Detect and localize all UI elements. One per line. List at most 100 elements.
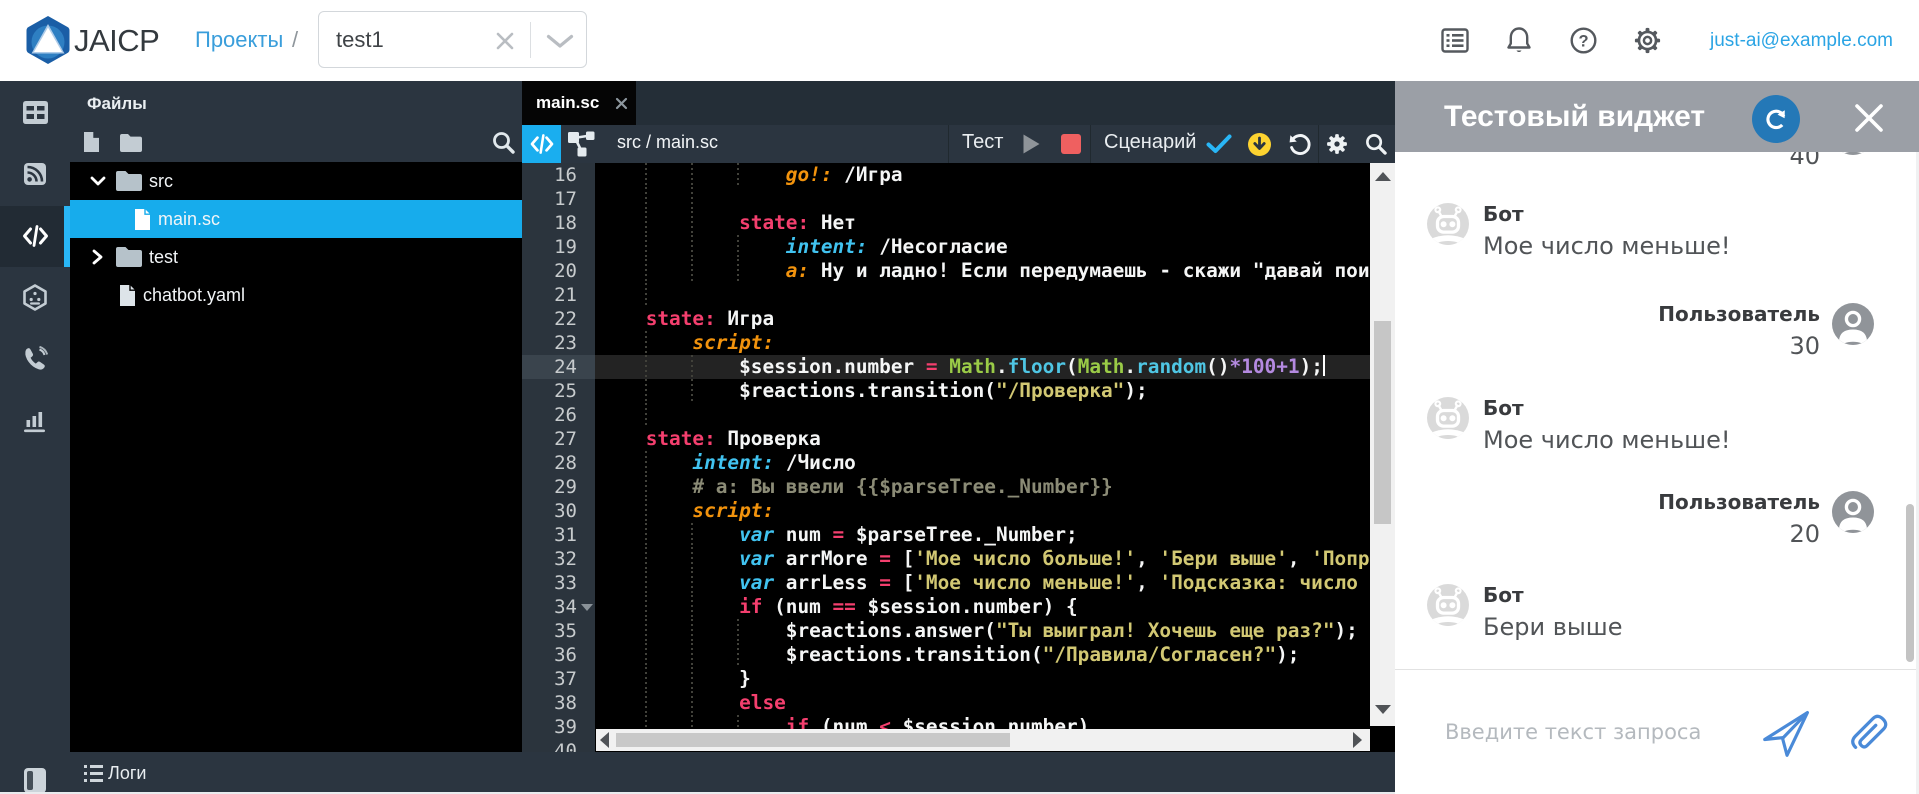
message-author: Бот — [1483, 584, 1873, 606]
download-icon[interactable] — [1248, 133, 1271, 156]
line-number: 40 — [537, 739, 577, 752]
code-view-button[interactable] — [522, 125, 561, 163]
scroll-right-icon[interactable] — [1353, 732, 1362, 748]
line-number: 36 — [537, 643, 577, 667]
tab-main-sc[interactable]: main.sc — [522, 81, 636, 125]
toolbar-divider — [1090, 125, 1091, 163]
line-number: 21 — [537, 283, 577, 307]
chevron-down-icon[interactable] — [546, 34, 574, 49]
code-pane[interactable]: go!: /Игра state: Нет intent: /Несогласи… — [595, 163, 1370, 729]
attach-icon[interactable] — [1846, 709, 1894, 757]
send-icon[interactable] — [1761, 707, 1813, 759]
file-icon — [119, 285, 136, 306]
toolbar-divider — [1318, 125, 1319, 163]
sidebar-item-collapse[interactable] — [0, 749, 70, 794]
code-line — [599, 283, 1370, 307]
user-avatar-icon — [1832, 491, 1874, 533]
scroll-down-icon[interactable] — [1375, 705, 1391, 714]
tree-row-src[interactable]: src — [70, 162, 522, 200]
editor: main.sc src / main.sc Тест — [522, 81, 1395, 794]
tree-row-chatbot-yaml[interactable]: chatbot.yaml — [70, 276, 522, 314]
gear-icon[interactable] — [1634, 27, 1661, 54]
scroll-left-icon[interactable] — [600, 732, 609, 748]
chat-input[interactable]: Введите текст запроса — [1445, 720, 1701, 744]
editor-vscroll-thumb[interactable] — [1374, 321, 1391, 524]
message-text: 30 — [1441, 331, 1820, 361]
bot-avatar-icon — [1427, 397, 1469, 439]
code-line: } — [599, 667, 1370, 691]
code-line: if (num == $session.number) { — [599, 595, 1370, 619]
line-number: 22 — [537, 307, 577, 331]
folder-icon — [116, 171, 142, 191]
collapse-panel-icon — [24, 768, 46, 793]
svg-text:?: ? — [1578, 33, 1588, 51]
sidebar-item-telephony[interactable] — [0, 328, 70, 390]
files-search-icon[interactable] — [492, 131, 515, 154]
line-number: 19 — [537, 235, 577, 259]
text-cursor — [1323, 355, 1325, 376]
line-number: 17 — [537, 187, 577, 211]
stop-icon[interactable] — [1061, 134, 1081, 154]
project-selector[interactable]: test1 — [318, 11, 587, 68]
new-file-icon[interactable] — [83, 132, 100, 152]
message-author: Бот — [1483, 397, 1873, 419]
file-panel-title: Файлы — [87, 94, 147, 114]
editor-search-icon[interactable] — [1365, 133, 1387, 155]
chat-messages[interactable]: Пользователь40БотМое число меньше!Пользо… — [1395, 81, 1919, 669]
sidebar-item-analytics[interactable] — [0, 389, 70, 451]
play-icon[interactable] — [1022, 133, 1041, 155]
code-line: $reactions.transition("/Правила/Согласен… — [599, 643, 1370, 667]
sidebar-item-dashboard[interactable] — [0, 81, 70, 143]
tree-item-label: chatbot.yaml — [143, 285, 245, 306]
journal-icon[interactable] — [1441, 28, 1469, 53]
tab-close-icon[interactable] — [615, 97, 628, 110]
code-line: var arrMore = ['Мое число больше!', 'Бер… — [599, 547, 1370, 571]
line-number: 16 — [537, 163, 577, 187]
code-line: $reactions.answer("Ты выиграл! Хочешь ещ… — [599, 619, 1370, 643]
line-number: 35 — [537, 619, 577, 643]
chat-scrollbar-thumb[interactable] — [1906, 504, 1914, 662]
line-number: 34 — [537, 595, 577, 619]
new-folder-icon[interactable] — [120, 134, 142, 152]
line-number: 26 — [537, 403, 577, 427]
editor-settings-icon[interactable] — [1326, 133, 1348, 155]
code-line: else — [599, 691, 1370, 715]
sidebar-item-channels[interactable] — [0, 143, 70, 205]
test-widget-title: Тестовый виджет — [1444, 100, 1705, 134]
undo-icon[interactable] — [1287, 132, 1311, 156]
close-widget-icon[interactable] — [1854, 103, 1884, 133]
tree-view-button[interactable] — [561, 125, 601, 163]
code-icon — [22, 225, 49, 247]
brand-name: JAICP — [74, 23, 159, 59]
line-number: 33 — [537, 571, 577, 595]
breadcrumb-projects-link[interactable]: Проекты — [195, 27, 283, 53]
help-icon[interactable]: ? — [1570, 27, 1597, 54]
logs-label: Логи — [108, 763, 146, 784]
code-line: # a: Вы ввели {{$parseTree._Number}} — [599, 475, 1370, 499]
tree-item-label: test — [149, 247, 178, 268]
line-number: 32 — [537, 547, 577, 571]
user-email[interactable]: just-ai@example.com — [1710, 30, 1893, 52]
sidebar-item-bot[interactable] — [0, 266, 70, 328]
clear-project-icon[interactable] — [495, 31, 515, 51]
line-number: 28 — [537, 451, 577, 475]
chevron-right-icon — [92, 249, 103, 265]
tree-row-main-sc[interactable]: main.sc — [70, 200, 522, 238]
code-line: state: Нет — [599, 211, 1370, 235]
bell-icon[interactable] — [1506, 26, 1532, 54]
scroll-up-icon[interactable] — [1375, 172, 1391, 181]
sidebar-item-code-editor[interactable] — [0, 205, 70, 267]
logs-bar[interactable]: Логи — [70, 752, 1395, 794]
refresh-button[interactable] — [1752, 95, 1800, 143]
editor-horizontal-scrollbar[interactable] — [596, 729, 1370, 751]
tree-row-test[interactable]: test — [70, 238, 522, 276]
code-line: if (num < $session.number) — [599, 715, 1370, 729]
check-icon[interactable] — [1206, 134, 1232, 154]
editor-vertical-scrollbar[interactable] — [1370, 163, 1395, 726]
code-line — [599, 187, 1370, 211]
code-line: a: Ну и ладно! Если передумаешь - скажи … — [599, 259, 1370, 283]
toolbar-divider — [948, 125, 949, 163]
fold-marker-icon[interactable] — [581, 604, 593, 611]
bot-hexagon-icon — [22, 284, 48, 311]
editor-hscroll-thumb[interactable] — [616, 733, 1010, 747]
